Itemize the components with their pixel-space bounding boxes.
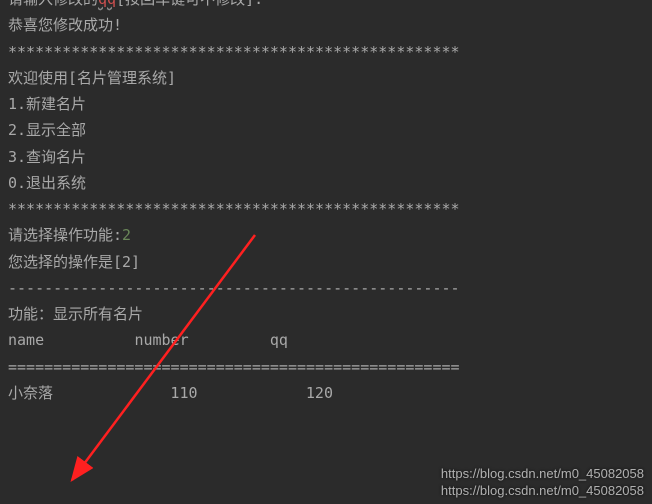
menu-item-0: 0.退出系统 <box>8 170 644 196</box>
separator-stars: ****************************************… <box>8 39 644 65</box>
menu-item-2: 2.显示全部 <box>8 117 644 143</box>
row-name: 小奈落 <box>8 384 53 402</box>
function-title: 功能：显示所有名片 <box>8 301 644 327</box>
watermark-line-2: https://blog.csdn.net/m0_45082058 <box>441 482 644 500</box>
prompt-text: 请输入修改的qq[按回车键可不修改]: <box>8 0 263 8</box>
menu-item-1: 1.新建名片 <box>8 91 644 117</box>
watermark: https://blog.csdn.net/m0_45082058 https:… <box>441 465 644 500</box>
success-message: 恭喜您修改成功! <box>8 12 644 38</box>
row-qq: 120 <box>306 384 333 402</box>
prompt-line-partial: 请输入修改的qq[按回车键可不修改]: <box>8 0 644 12</box>
table-row: 小奈落 110 120 <box>8 380 644 406</box>
col-name: name <box>8 331 44 349</box>
col-number: number <box>134 331 188 349</box>
separator-equals: ========================================… <box>8 354 644 380</box>
terminal-output: 请输入修改的qq[按回车键可不修改]: 恭喜您修改成功! ***********… <box>8 0 644 406</box>
welcome-line: 欢迎使用[名片管理系统] <box>8 65 644 91</box>
selected-echo: 您选择的操作是[2] <box>8 249 644 275</box>
select-label: 请选择操作功能: <box>8 226 122 244</box>
menu-item-3: 3.查询名片 <box>8 144 644 170</box>
qq-highlight: qq <box>98 0 116 8</box>
select-prompt: 请选择操作功能:2 <box>8 222 644 248</box>
separator-dashes: ----------------------------------------… <box>8 275 644 301</box>
watermark-line-1: https://blog.csdn.net/m0_45082058 <box>441 465 644 483</box>
row-number: 110 <box>170 384 197 402</box>
user-input: 2 <box>122 226 131 244</box>
col-qq: qq <box>270 331 288 349</box>
separator-stars-2: ****************************************… <box>8 196 644 222</box>
table-header: name number qq <box>8 327 644 353</box>
